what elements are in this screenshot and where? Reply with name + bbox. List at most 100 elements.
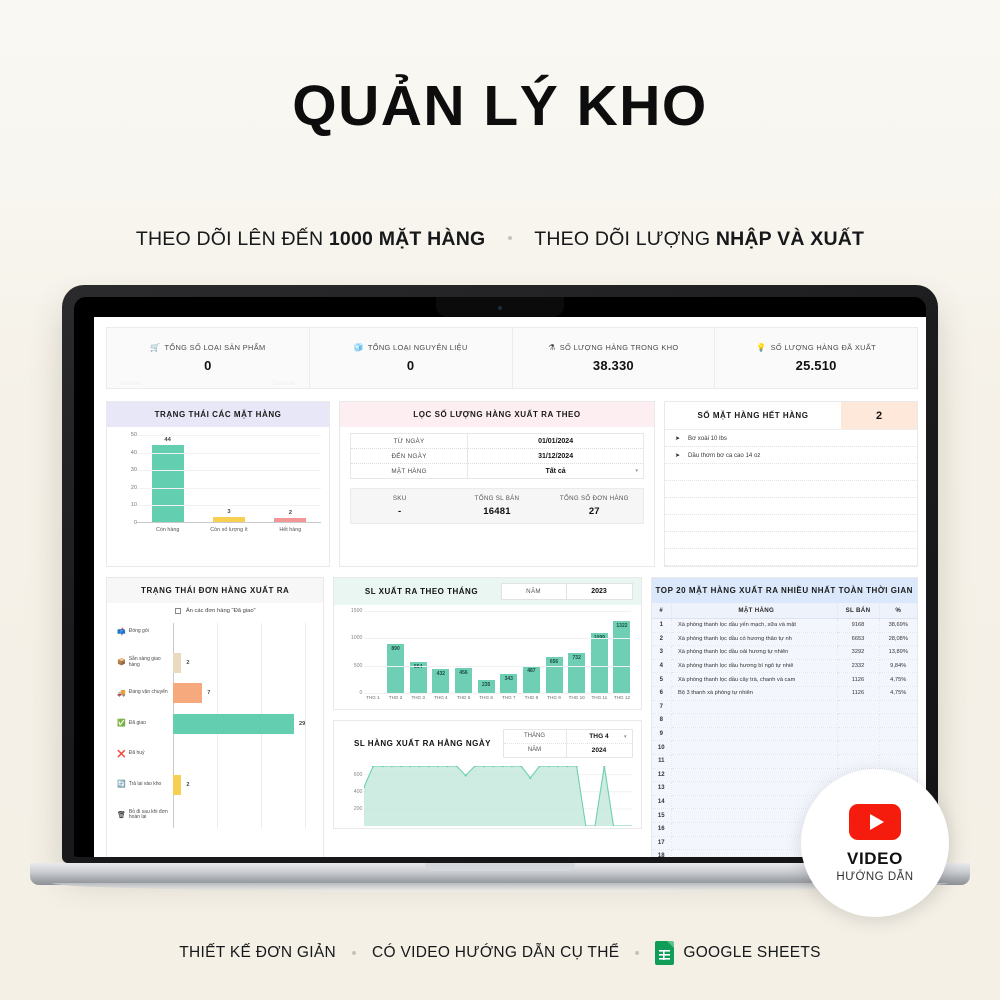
card-item-status: TRẠNG THÁI CÁC MẶT HÀNG 0 10 20 30 40 50 44 3 2… [106,401,330,567]
separator-dot-icon [507,236,512,241]
cell-percent: 38,69% [879,618,917,633]
kpi-ghost-left: Income [121,381,141,387]
cart-icon: 🛒 [150,342,161,352]
out-of-stock-item-name: Bơ xoài 10 lbs [688,434,727,442]
x-axis-labels: Còn hàng Còn số lượng ít Hết hàng [137,527,321,533]
to-date-field[interactable]: 31/12/2024 [467,448,644,464]
cell-item-name [671,754,838,769]
cell-sold: 9168 [837,618,880,633]
kpi-value: 38.330 [592,358,634,373]
out-of-stock-empty-row [665,532,917,549]
video-guide-badge[interactable]: VIDEO HƯỚNG DẪN [801,769,949,917]
total-sold-value: 16481 [483,506,511,517]
filter-totals: SKU - TỔNG SL BÁN 16481 TỔNG SỐ ĐƠN HÀNG… [350,488,644,524]
monthly-year-select[interactable]: NĂM 2023 [500,583,633,600]
col-header-item: MẶT HÀNG [671,603,838,619]
kpi-ghost-right: Expense [271,381,295,387]
bar: 656 [545,657,563,693]
dashboard-row-1: TRẠNG THÁI CÁC MẶT HÀNG 0 10 20 30 40 50 44 3 2… [106,401,918,567]
status-icon: 📦 [117,659,126,667]
cell-item-name [671,727,838,742]
item-select-value: Tất cả [545,467,566,475]
daily-area-svg [364,766,633,826]
cell-percent: 13,89% [879,645,917,660]
y-tick: 0 [359,690,363,696]
daily-selects[interactable]: THÁNG THG 4 ▾ NĂM 2024 [502,729,633,758]
monthly-chart: 0 500 1000 1500 890 564 432 456 235 343 487 656 732… [334,605,640,709]
kpi-label: 🛒 TỔNG SỐ LOẠI SẢN PHẨM [150,343,265,352]
x-tick-label: THG 7 [502,695,516,700]
filter-row-item: MẶT HÀNG Tất cả ▾ [350,463,644,479]
page-title: QUẢN LÝ KHO [292,74,708,138]
out-of-stock-empty-row [665,481,917,498]
daily-month-value[interactable]: THG 4 ▾ [565,730,632,743]
cell-percent [879,727,917,742]
card-title-order-status: TRẠNG THÁI ĐƠN HÀNG XUẤT RA [107,578,324,603]
kpi-card-stock-quantity: ⚗ SỐ LƯỢNG HÀNG TRONG KHO 38.330 [513,328,716,388]
kpi-label-text: SỐ LƯỢNG HÀNG TRONG KHO [559,343,679,352]
cell-percent [879,713,917,728]
status-icon: 🗑 [117,811,126,819]
chevron-down-icon[interactable]: ▾ [635,468,638,474]
sub-headline-right-plain: THEO DÕI LƯỢNG [534,228,716,250]
checkbox-icon[interactable] [174,608,181,614]
monthly-year-value[interactable]: 2023 [565,584,632,599]
kpi-label: 💡 SỐ LƯỢNG HÀNG ĐÃ XUẤT [756,343,876,352]
order-status-bar-wrap: 29 [173,713,323,734]
cell-index: 12 [651,768,672,783]
footer-item-3-wrap: GOOGLE SHEETS [655,941,820,965]
hide-delivered-checkbox-row[interactable]: Ẩn các đơn hàng "Đã giao" [107,603,323,617]
y-tick: 200 [353,805,363,812]
bar-value: 2 [186,659,190,666]
kpi-label-text: TỔNG SỐ LOẠI SẢN PHẨM [164,343,266,352]
from-date-field[interactable]: 01/01/2024 [467,433,644,449]
chevron-down-icon[interactable]: ▾ [624,734,627,740]
top20-header-row: # MẶT HÀNG SL BÁN % [651,603,917,619]
bar-value: 7 [207,690,211,697]
poster-page: QUẢN LÝ KHO THEO DÕI LÊN ĐẾN 1000 MẶT HÀ… [0,0,1000,1000]
out-of-stock-empty-row [665,515,917,532]
filter-body: TỪ NGÀY 01/01/2024 ĐẾN NGÀY 31/12/2024 M… [340,427,654,534]
cell-index: 10 [651,740,672,755]
cell-item-name [671,768,838,783]
table-row: 11 [651,754,917,769]
cell-index: 1 [651,618,672,633]
filter-key: MẶT HÀNG [350,463,469,479]
arrow-bullet-icon: ➤ [675,452,681,459]
bar: 732 [568,652,586,693]
status-icon: 🔄 [117,781,126,789]
bar: 432 [432,669,450,693]
status-label-text: Sẵn sàng giao hàng [128,656,161,668]
cell-sold: 1126 [837,672,880,687]
x-tick-label: Hết hàng [279,527,302,533]
card-title-top20: TOP 20 MẶT HÀNG XUẤT RA NHIỀU NHẤT TOÀN … [651,578,917,603]
filter-row-to-date: ĐẾN NGÀY 31/12/2024 [350,448,644,464]
cell-percent [879,740,917,755]
footer: THIẾT KẾ ĐƠN GIẢN CÓ VIDEO HƯỚNG DẪN CỤ … [0,941,1000,965]
cell-index: 5 [651,672,672,687]
filter-key: TỪ NGÀY [350,433,469,449]
status-label-text: Đã huỷ [128,750,145,757]
y-tick: 500 [353,662,363,669]
card-out-of-stock: SỐ MẶT HÀNG HẾT HÀNG 2 ➤ Bơ xoài 10 lbs ➤ D… [664,401,918,567]
data-point [464,774,468,777]
table-row: 3 Xà phòng thanh lọc dầu oải hương tự nhi… [651,645,917,660]
kpi-card-shipped-quantity: 💡 SỐ LƯỢNG HÀNG ĐÃ XUẤT 25.510 [715,328,917,388]
bulb-icon: 💡 [756,342,767,352]
total-sold-label: TỔNG SL BÁN [474,495,520,502]
cell-item-name: Xà phòng thanh lọc dầu có hương thảo tự … [671,632,838,647]
card-title-monthly: SL XUẤT RA THEO THÁNG [364,587,479,596]
kpi-label: 🧊 TỔNG LOẠI NGUYÊN LIỆU [354,343,468,352]
daily-year-value[interactable]: 2024 [565,744,632,757]
card-export-filter: LỌC SỐ LƯỢNG HÀNG XUẤT RA THEO TỪ NGÀY 0… [339,401,655,567]
order-status-bar-wrap: 2 [173,774,323,795]
item-select[interactable]: Tất cả ▾ [468,464,644,479]
google-sheets-icon [655,941,675,965]
laptop-bezel: 🛒 TỔNG SỐ LOẠI SẢN PHẨM 0 Income Expense [74,297,926,857]
daily-chart: 200 400 600 [334,762,640,828]
table-row: 8 [651,713,917,728]
bar [173,652,182,673]
total-sold: TỔNG SL BÁN 16481 [448,489,545,523]
x-tick-label: THG 6 [479,695,493,700]
cell-percent [879,754,917,769]
